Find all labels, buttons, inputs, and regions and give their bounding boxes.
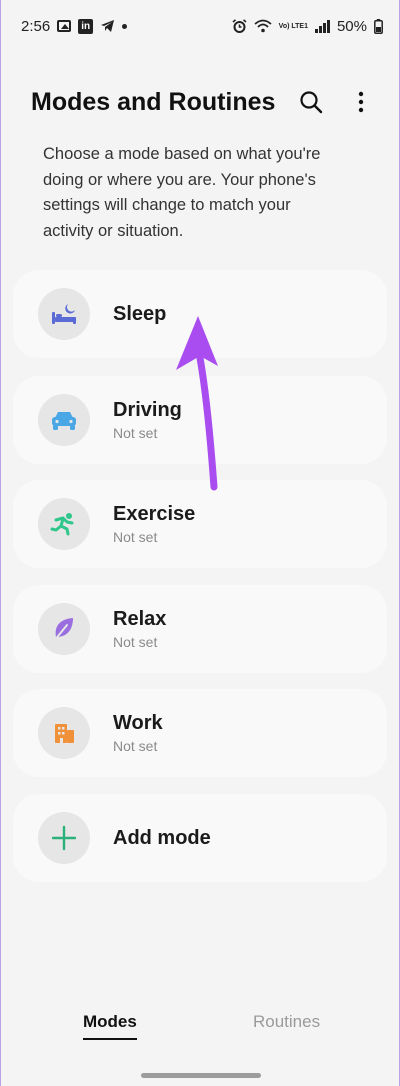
alarm-icon — [232, 18, 247, 33]
signal-icon — [314, 19, 330, 33]
add-mode-button[interactable]: Add mode — [13, 794, 387, 882]
screen: 2:56 in Vo) LTE1 50% Modes and Routines … — [0, 0, 400, 1086]
tab-modes[interactable]: Modes — [83, 1012, 137, 1040]
status-bar: 2:56 in Vo) LTE1 50% — [1, 0, 399, 52]
mode-relax[interactable]: Relax Not set — [13, 585, 387, 673]
running-icon — [50, 513, 74, 536]
more-notifications-icon — [122, 23, 128, 29]
tab-routines-label: Routines — [253, 1012, 321, 1031]
mode-text: Exercise Not set — [113, 503, 195, 545]
battery-level: 50% — [336, 17, 367, 35]
more-vertical-icon — [358, 91, 364, 113]
battery-icon — [374, 18, 383, 34]
mode-text: Driving Not set — [113, 399, 182, 441]
mode-icon-container — [38, 812, 90, 864]
mode-exercise[interactable]: Exercise Not set — [13, 480, 387, 568]
leaf-icon — [53, 618, 73, 642]
bed-icon — [52, 304, 76, 324]
network-type: Vo) LTE1 — [279, 23, 308, 30]
mode-status: Not set — [113, 634, 158, 650]
page-title: Modes and Routines — [31, 87, 276, 116]
tab-modes-label: Modes — [83, 1012, 137, 1031]
tab-routines[interactable]: Routines — [253, 1012, 320, 1032]
mode-text: Relax Not set — [113, 608, 166, 650]
page-description: Choose a mode based on what you're doing… — [43, 145, 321, 240]
more-options-button[interactable] — [347, 88, 375, 116]
telegram-icon — [101, 20, 115, 32]
mode-status: Not set — [113, 738, 158, 754]
app-header: Modes and Routines — [31, 84, 375, 120]
mode-work[interactable]: Work Not set — [13, 689, 387, 777]
mode-name: Add mode — [113, 826, 211, 849]
mode-icon-container — [38, 707, 90, 759]
status-time: 2:56 — [21, 17, 51, 35]
status-bar-left: 2:56 in — [21, 17, 128, 35]
mode-name: Relax — [113, 608, 167, 630]
mode-icon-container — [38, 498, 90, 550]
search-icon — [300, 91, 323, 114]
mode-text: Add mode — [113, 827, 211, 850]
network-label: Vo) LTE1 — [278, 22, 308, 30]
mode-name: Exercise — [113, 503, 196, 525]
search-button[interactable] — [297, 88, 325, 116]
mode-status: Not set — [113, 425, 158, 441]
header-actions — [297, 88, 375, 116]
mode-name: Sleep — [113, 302, 167, 325]
bottom-tab-bar: Modes Routines — [1, 1012, 399, 1052]
mode-icon-container — [38, 288, 90, 340]
mode-icon-container — [38, 603, 90, 655]
mode-status: Not set — [113, 529, 158, 545]
gallery-icon — [57, 20, 72, 32]
wifi-icon — [254, 19, 272, 33]
mode-name: Work — [113, 712, 163, 734]
mode-text: Sleep — [113, 303, 166, 326]
mode-sleep[interactable]: Sleep — [13, 270, 387, 358]
linkedin-icon: in — [78, 18, 94, 34]
car-icon — [52, 412, 76, 430]
building-icon — [55, 724, 74, 743]
mode-name: Driving — [113, 399, 182, 421]
plus-icon — [51, 825, 77, 851]
home-indicator[interactable] — [141, 1073, 261, 1078]
mode-icon-container — [38, 394, 90, 446]
mode-driving[interactable]: Driving Not set — [13, 376, 387, 464]
mode-text: Work Not set — [113, 712, 163, 754]
status-bar-right: Vo) LTE1 50% — [232, 18, 383, 35]
